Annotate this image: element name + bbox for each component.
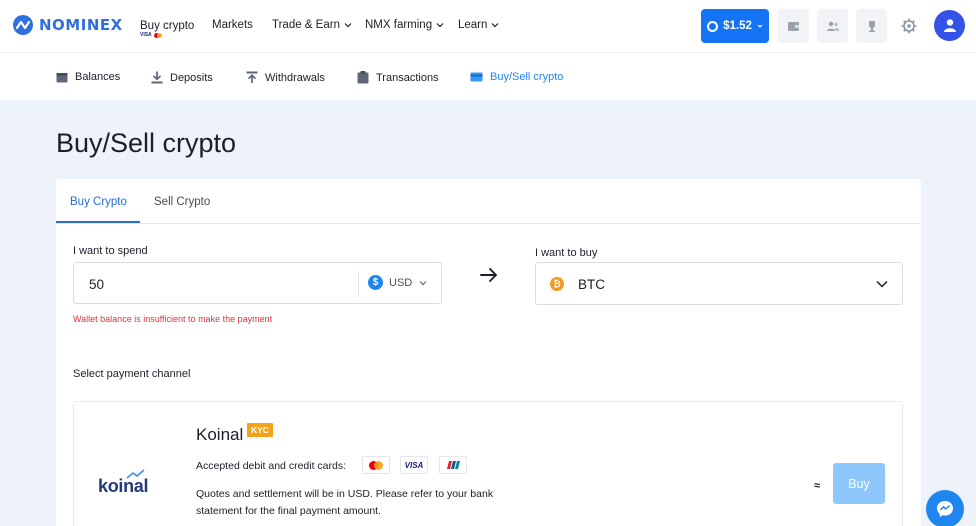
rewards-button[interactable] bbox=[856, 9, 887, 43]
spend-amount-field[interactable]: 50 $ USD bbox=[73, 262, 442, 304]
subnav-buy-sell-crypto-label: Buy/Sell crypto bbox=[490, 71, 564, 83]
tab-sell-crypto[interactable]: Sell Crypto bbox=[154, 196, 210, 208]
field-divider bbox=[358, 271, 359, 297]
nav-markets[interactable]: Markets bbox=[212, 19, 253, 31]
provider-name: Koinal bbox=[196, 425, 244, 444]
mastercard-mini-icon bbox=[153, 32, 163, 38]
visa-mini-label: VISA bbox=[140, 32, 152, 38]
visa-mastercard-mini-logo: VISA bbox=[140, 32, 163, 38]
account-subnav: Balances Deposits Withdrawals Transactio… bbox=[0, 52, 976, 100]
buy-asset-value: BTC bbox=[578, 277, 605, 292]
spend-label: I want to spend bbox=[73, 245, 148, 257]
nav-trade-earn-label: Trade & Earn bbox=[272, 19, 340, 31]
nav-nmx-farming[interactable]: NMX farming bbox=[365, 19, 444, 31]
top-navbar: NOMINEX Buy crypto VISA Markets Trade & … bbox=[0, 0, 976, 52]
active-tab-indicator bbox=[56, 221, 140, 223]
clipboard-icon bbox=[357, 71, 369, 84]
subnav-deposits[interactable]: Deposits bbox=[151, 71, 213, 84]
subnav-balances[interactable]: Balances bbox=[56, 71, 120, 83]
insufficient-balance-error: Wallet balance is insufficient to make t… bbox=[73, 314, 273, 324]
nav-learn-label: Learn bbox=[458, 19, 488, 31]
visa-label: VISA bbox=[404, 460, 424, 470]
spend-amount-input[interactable]: 50 bbox=[89, 277, 104, 292]
subnav-balances-label: Balances bbox=[75, 71, 121, 83]
nominex-logo[interactable]: NOMINEX bbox=[12, 14, 123, 36]
buy-sell-tabs: Buy Crypto Sell Crypto bbox=[56, 179, 921, 224]
kyc-badge: KYC bbox=[247, 423, 273, 437]
nav-trade-earn[interactable]: Trade & Earn bbox=[272, 19, 352, 31]
subnav-withdrawals[interactable]: Withdrawals bbox=[246, 71, 325, 84]
mastercard-icon bbox=[362, 456, 390, 474]
buy-button[interactable]: Buy bbox=[833, 463, 885, 504]
subnav-deposits-label: Deposits bbox=[170, 71, 213, 84]
gear-icon[interactable] bbox=[900, 17, 918, 35]
balance-button[interactable]: $1.52 bbox=[701, 9, 769, 43]
nav-learn[interactable]: Learn bbox=[458, 19, 499, 31]
accepted-cards-label: Accepted debit and credit cards: bbox=[196, 460, 347, 472]
chevron-down-icon bbox=[876, 280, 888, 288]
chat-icon bbox=[937, 501, 953, 517]
subnav-withdrawals-label: Withdrawals bbox=[265, 71, 325, 84]
nmx-coin-icon bbox=[707, 20, 719, 32]
buy-asset-select[interactable]: ₿ BTC bbox=[535, 262, 903, 305]
usd-icon: $ bbox=[368, 275, 383, 290]
settlement-notice: Quotes and settlement will be in USD. Pl… bbox=[196, 488, 494, 517]
wallet-icon bbox=[56, 72, 68, 82]
chevron-down-icon bbox=[436, 23, 444, 28]
nav-nmx-farming-label: NMX farming bbox=[365, 19, 433, 31]
chat-support-button[interactable] bbox=[926, 490, 964, 526]
user-avatar[interactable] bbox=[934, 10, 965, 41]
credit-card-icon bbox=[470, 72, 483, 82]
wallet-icon bbox=[788, 22, 799, 31]
brand-name: NOMINEX bbox=[39, 16, 123, 34]
nav-markets-label: Markets bbox=[212, 19, 253, 31]
arrow-right-icon bbox=[480, 268, 497, 282]
wallet-button[interactable] bbox=[778, 9, 809, 43]
payment-channel-label: Select payment channel bbox=[73, 368, 191, 380]
chevron-down-icon bbox=[419, 280, 427, 285]
page-title: Buy/Sell crypto bbox=[56, 128, 237, 158]
spend-currency-select[interactable]: $ USD bbox=[368, 275, 427, 290]
referral-button[interactable] bbox=[817, 9, 848, 43]
unionpay-icon bbox=[439, 456, 467, 474]
payment-channel-koinal[interactable]: koinal Koinal KYC Accepted debit and cre… bbox=[73, 401, 903, 526]
btc-icon: ₿ bbox=[550, 277, 564, 291]
subnav-transactions-label: Transactions bbox=[376, 71, 439, 84]
spend-currency-label: USD bbox=[389, 276, 413, 289]
subnav-transactions[interactable]: Transactions bbox=[357, 71, 439, 84]
upload-icon bbox=[246, 71, 258, 83]
subnav-buy-sell-crypto[interactable]: Buy/Sell crypto bbox=[470, 71, 563, 83]
caret-down-icon bbox=[756, 24, 763, 28]
nav-buy-crypto-label: Buy crypto bbox=[140, 20, 195, 32]
buy-sell-card: Buy Crypto Sell Crypto I want to spend 5… bbox=[56, 179, 921, 526]
tab-buy-crypto[interactable]: Buy Crypto bbox=[70, 196, 127, 208]
chevron-down-icon bbox=[344, 23, 352, 28]
buy-label: I want to buy bbox=[535, 247, 598, 259]
download-icon bbox=[151, 71, 163, 84]
nominex-logo-icon bbox=[13, 15, 33, 35]
user-icon bbox=[943, 19, 956, 32]
trophy-icon bbox=[868, 20, 875, 32]
people-icon bbox=[826, 21, 839, 31]
nav-buy-crypto[interactable]: Buy crypto bbox=[140, 20, 194, 32]
balance-amount: $1.52 bbox=[723, 20, 752, 32]
approx-symbol: ≈ bbox=[814, 480, 821, 492]
visa-icon: VISA bbox=[400, 456, 428, 474]
koinal-logo: koinal bbox=[98, 476, 149, 496]
chevron-down-icon bbox=[491, 23, 499, 28]
